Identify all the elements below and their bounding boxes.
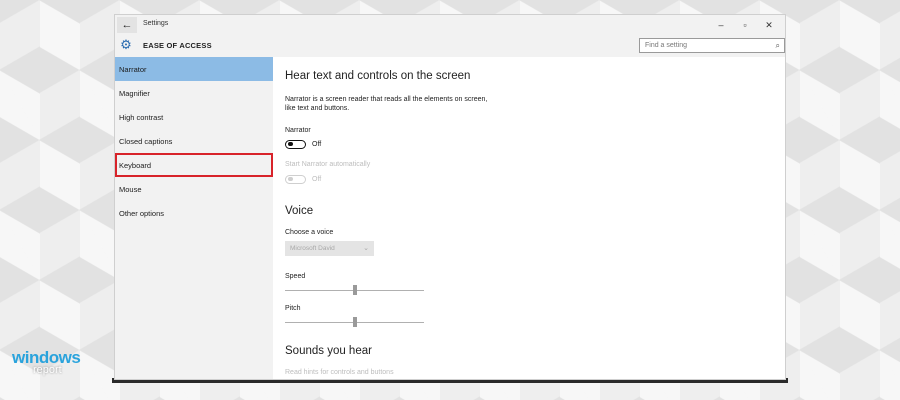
search-placeholder: Find a setting bbox=[645, 42, 688, 49]
chevron-down-icon: ⌄ bbox=[363, 245, 369, 252]
pitch-slider-thumb[interactable] bbox=[352, 317, 357, 327]
description-line-2: like text and buttons. bbox=[285, 105, 350, 112]
minimize-icon[interactable]: – bbox=[709, 18, 733, 32]
narrator-toggle[interactable] bbox=[285, 140, 306, 149]
sounds-heading: Sounds you hear bbox=[285, 345, 372, 357]
sidebar-item-label: Magnifier bbox=[119, 88, 150, 98]
gear-icon: ⚙ bbox=[120, 37, 132, 52]
settings-window: ← Settings – ▫ ✕ ⚙ EASE OF ACCESS Find a… bbox=[114, 14, 786, 380]
speed-label: Speed bbox=[285, 273, 306, 280]
main-content: Hear text and controls on the screen Nar… bbox=[285, 57, 785, 379]
pitch-label: Pitch bbox=[285, 305, 301, 312]
page-title: EASE OF ACCESS bbox=[143, 41, 212, 50]
window-title: Settings bbox=[143, 20, 169, 27]
sidebar-item-other-options[interactable]: Other options bbox=[115, 201, 273, 225]
auto-start-toggle[interactable] bbox=[285, 175, 306, 184]
title-bar: ← Settings – ▫ ✕ bbox=[115, 15, 785, 35]
sidebar: Narrator Magnifier High contrast Closed … bbox=[115, 57, 273, 379]
sidebar-item-mouse[interactable]: Mouse bbox=[115, 177, 273, 201]
sidebar-item-narrator[interactable]: Narrator bbox=[115, 57, 273, 81]
maximize-icon[interactable]: ▫ bbox=[733, 18, 757, 32]
sidebar-item-keyboard[interactable]: Keyboard bbox=[115, 153, 273, 177]
close-icon[interactable]: ✕ bbox=[757, 18, 781, 32]
section-heading: Hear text and controls on the screen bbox=[285, 70, 471, 82]
voice-dropdown[interactable]: Microsoft David ⌄ bbox=[285, 241, 374, 256]
speed-slider-thumb[interactable] bbox=[352, 285, 357, 295]
auto-start-label: Start Narrator automatically bbox=[285, 161, 371, 168]
sidebar-item-label: Other options bbox=[119, 208, 165, 218]
voice-dropdown-value: Microsoft David bbox=[290, 245, 335, 252]
search-icon[interactable]: ⌕ bbox=[776, 41, 780, 51]
pitch-slider[interactable] bbox=[285, 317, 424, 327]
sounds-hint-label: Read hints for controls and buttons bbox=[285, 369, 394, 376]
speed-slider[interactable] bbox=[285, 285, 424, 295]
sidebar-item-closed-captions[interactable]: Closed captions bbox=[115, 129, 273, 153]
search-input[interactable]: Find a setting ⌕ bbox=[639, 38, 785, 53]
windows-report-logo-sub: report bbox=[33, 364, 62, 376]
narrator-toggle-state: Off bbox=[312, 141, 322, 148]
sidebar-item-magnifier[interactable]: Magnifier bbox=[115, 81, 273, 105]
voice-heading: Voice bbox=[285, 205, 314, 217]
sidebar-item-label: Keyboard bbox=[119, 160, 152, 170]
window-controls: – ▫ ✕ bbox=[709, 18, 781, 32]
sidebar-item-label: Mouse bbox=[119, 184, 142, 194]
sidebar-item-label: Closed captions bbox=[119, 136, 173, 146]
back-arrow-icon[interactable]: ← bbox=[117, 17, 137, 33]
choose-voice-label: Choose a voice bbox=[285, 229, 334, 236]
page-header: ⚙ EASE OF ACCESS Find a setting ⌕ bbox=[115, 35, 785, 57]
narrator-label: Narrator bbox=[285, 127, 311, 134]
auto-start-toggle-state: Off bbox=[312, 176, 322, 183]
sidebar-item-label: High contrast bbox=[119, 112, 164, 122]
sidebar-item-high-contrast[interactable]: High contrast bbox=[115, 105, 273, 129]
sidebar-item-label: Narrator bbox=[119, 64, 147, 74]
